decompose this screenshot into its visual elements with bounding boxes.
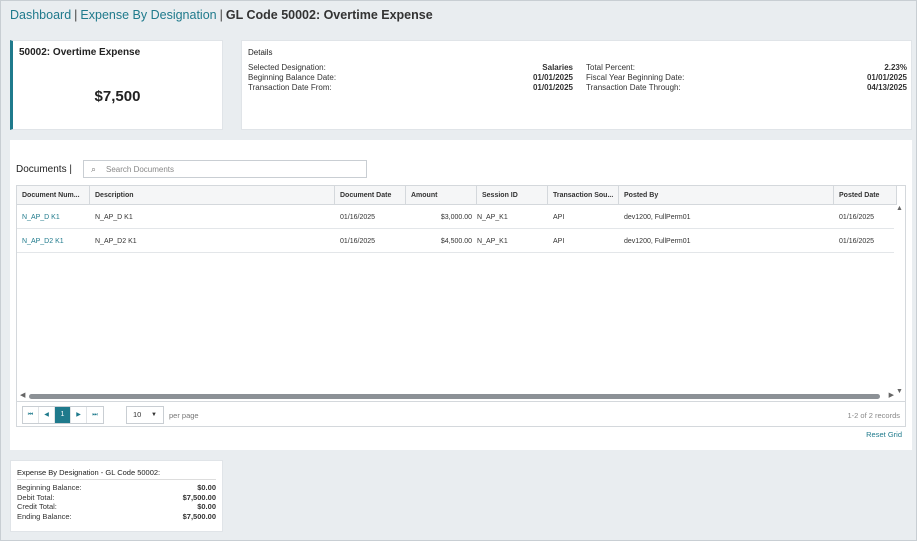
expense-summary-card: Expense By Designation - GL Code 50002: … xyxy=(10,460,223,532)
search-box: ⌕ xyxy=(83,160,367,178)
column-header-posted-by[interactable]: Posted By xyxy=(619,186,834,205)
detail-value: 01/01/2025 xyxy=(532,73,573,82)
detail-label: Beginning Balance Date: xyxy=(248,73,337,82)
details-card: Details Selected Designation: Salaries T… xyxy=(241,40,912,130)
cell-description: N_AP_D2 K1 xyxy=(95,238,137,245)
detail-value: 01/01/2025 xyxy=(532,83,573,92)
divider xyxy=(17,479,216,480)
reset-grid-link[interactable]: Reset Grid xyxy=(866,430,902,439)
per-page-label: per page xyxy=(169,411,199,420)
detail-label: Transaction Date From: xyxy=(248,83,332,92)
vertical-scrollbar[interactable]: ▲ ▼ xyxy=(895,205,905,395)
summary-row: Credit Total: $0.00 xyxy=(17,502,216,512)
detail-label: Selected Designation: xyxy=(248,63,326,72)
column-header-document-date[interactable]: Document Date xyxy=(335,186,406,205)
grid-header: Document Num... Description Document Dat… xyxy=(17,186,897,205)
column-header-transaction-source[interactable]: Transaction Sou... xyxy=(548,186,619,205)
page-size-value: 10 xyxy=(133,410,142,419)
page-size-select[interactable]: 10 ▼ xyxy=(126,406,164,424)
summary-row-value: $0.00 xyxy=(197,502,216,511)
search-icon: ⌕ xyxy=(91,164,97,174)
summary-row: Debit Total: $7,500.00 xyxy=(17,493,216,503)
detail-label: Fiscal Year Beginning Date: xyxy=(586,73,685,82)
breadcrumb-current: GL Code 50002: Overtime Expense xyxy=(225,8,433,22)
summary-row-label: Debit Total: xyxy=(17,492,55,502)
scroll-up-icon[interactable]: ▲ xyxy=(896,205,903,212)
cell-document-number[interactable]: N_AP_D K1 xyxy=(17,206,90,229)
summary-row-value: $0.00 xyxy=(197,483,216,492)
cell-description: N_AP_D K1 xyxy=(95,214,133,221)
detail-value: 2.23% xyxy=(884,63,907,72)
breadcrumb-separator: | xyxy=(74,8,78,22)
summary-card: 50002: Overtime Expense $7,500 xyxy=(10,40,223,130)
cell-posted-by: dev1200, FullPerm01 xyxy=(624,214,691,221)
documents-label: Documents | xyxy=(16,164,72,175)
details-row: Beginning Balance Date: 01/01/2025 Fisca… xyxy=(248,73,907,83)
horizontal-scrollbar[interactable]: ◀ ▶ xyxy=(17,391,897,401)
pager: ⏮ ◀ 1 ▶ ⏭ 10 ▼ per page 1-2 of 2 records xyxy=(17,401,905,427)
scroll-left-icon[interactable]: ◀ xyxy=(20,391,25,399)
summary-row: Beginning Balance: $0.00 xyxy=(17,483,216,493)
scroll-down-icon[interactable]: ▼ xyxy=(896,388,903,395)
expense-summary-rows: Beginning Balance: $0.00 Debit Total: $7… xyxy=(17,483,216,521)
cell-session-id: N_AP_K1 xyxy=(477,238,508,245)
cell-posted-by: dev1200, FullPerm01 xyxy=(624,238,691,245)
expense-summary-title: Expense By Designation - GL Code 50002: xyxy=(17,468,161,477)
detail-value: Salaries xyxy=(542,63,573,72)
details-row: Transaction Date From: 01/01/2025 Transa… xyxy=(248,83,907,93)
scroll-right-icon[interactable]: ▶ xyxy=(889,391,894,399)
last-page-icon[interactable]: ⏭ xyxy=(87,407,103,423)
documents-grid: Document Num... Description Document Dat… xyxy=(16,185,906,427)
chevron-down-icon: ▼ xyxy=(151,412,157,418)
column-header-document-number[interactable]: Document Num... xyxy=(17,186,90,205)
breadcrumb: Dashboard | Expense By Designation | GL Code… xyxy=(10,8,433,22)
details-row: Selected Designation: Salaries Total Per… xyxy=(248,63,907,73)
cell-session-id: N_AP_K1 xyxy=(477,214,508,221)
detail-value: 01/01/2025 xyxy=(866,73,907,82)
detail-label: Transaction Date Through: xyxy=(586,83,681,92)
summary-amount: $7,500 xyxy=(94,88,141,105)
first-page-icon[interactable]: ⏮ xyxy=(23,407,39,423)
summary-row-label: Beginning Balance: xyxy=(17,483,82,492)
horizontal-scroll-thumb[interactable] xyxy=(29,394,880,399)
cell-posted-date: 01/16/2025 xyxy=(839,214,875,221)
cell-transaction-source: API xyxy=(553,214,565,221)
details-title: Details xyxy=(248,48,273,57)
records-count: 1-2 of 2 records xyxy=(847,411,900,420)
cell-document-number[interactable]: N_AP_D2 K1 xyxy=(17,230,90,253)
summary-row: Ending Balance: $7,500.00 xyxy=(17,512,216,522)
summary-row-label: Credit Total: xyxy=(17,502,57,511)
next-page-icon[interactable]: ▶ xyxy=(71,407,87,423)
details-grid: Selected Designation: Salaries Total Per… xyxy=(248,63,907,93)
documents-card: Documents | ⌕ Document Num... Descriptio… xyxy=(10,140,912,450)
breadcrumb-expense-by-designation-link[interactable]: Expense By Designation xyxy=(80,8,216,22)
breadcrumb-separator: | xyxy=(219,8,223,22)
summary-row-value: $7,500.00 xyxy=(182,492,216,502)
previous-page-icon[interactable]: ◀ xyxy=(39,407,55,423)
detail-value: 04/13/2025 xyxy=(866,83,907,92)
search-documents-input[interactable] xyxy=(106,163,356,175)
cell-amount: $4,500.00 xyxy=(440,238,472,245)
summary-row-value: $7,500.00 xyxy=(182,511,216,521)
summary-row-label: Ending Balance: xyxy=(17,511,72,521)
summary-title: 50002: Overtime Expense xyxy=(19,47,141,58)
table-row[interactable]: N_AP_D K1 N_AP_D K1 01/16/2025 $3,000.00… xyxy=(17,206,894,229)
detail-label: Total Percent: xyxy=(586,63,635,72)
column-header-posted-date[interactable]: Posted Date xyxy=(834,186,897,205)
cell-document-date: 01/16/2025 xyxy=(340,214,376,221)
column-header-description[interactable]: Description xyxy=(90,186,335,205)
cell-amount: $3,000.00 xyxy=(440,214,472,221)
breadcrumb-dashboard-link[interactable]: Dashboard xyxy=(10,8,71,22)
column-header-session-id[interactable]: Session ID xyxy=(477,186,548,205)
table-row[interactable]: N_AP_D2 K1 N_AP_D2 K1 01/16/2025 $4,500.… xyxy=(17,230,894,253)
pager-buttons: ⏮ ◀ 1 ▶ ⏭ xyxy=(22,406,104,424)
cell-transaction-source: API xyxy=(553,238,565,245)
page-button-current[interactable]: 1 xyxy=(55,407,71,423)
column-header-amount[interactable]: Amount xyxy=(406,186,477,205)
cell-posted-date: 01/16/2025 xyxy=(839,238,875,245)
cell-document-date: 01/16/2025 xyxy=(340,238,376,245)
